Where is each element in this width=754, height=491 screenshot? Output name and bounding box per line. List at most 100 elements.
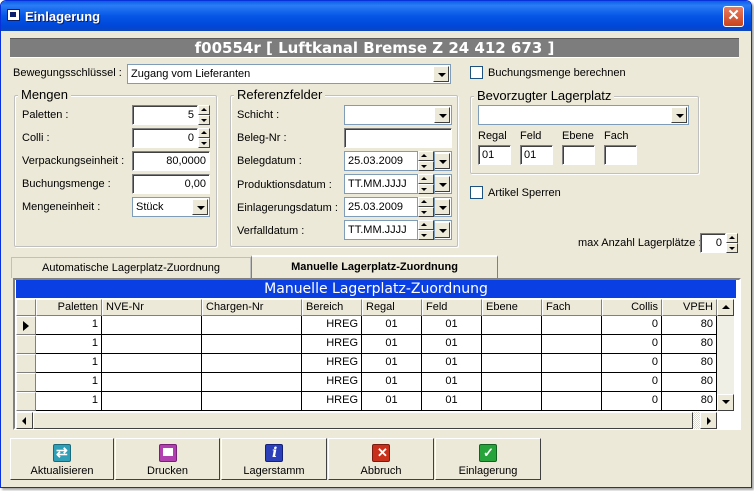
cell-collis[interactable]: 0 bbox=[602, 354, 662, 373]
cell-ebene[interactable] bbox=[482, 354, 542, 373]
cell-collis[interactable]: 0 bbox=[602, 335, 662, 354]
close-button[interactable]: ✕ bbox=[723, 6, 744, 27]
spin-up-icon[interactable] bbox=[198, 105, 210, 115]
scroll-thumb[interactable] bbox=[33, 412, 693, 429]
cell-chargen-nr[interactable] bbox=[202, 373, 302, 392]
row-selector[interactable] bbox=[16, 335, 36, 354]
scroll-down-icon[interactable] bbox=[717, 394, 734, 411]
schicht-select[interactable] bbox=[344, 105, 452, 125]
column-header-regal[interactable]: Regal bbox=[362, 299, 422, 316]
cell-bereich[interactable]: HREG bbox=[302, 335, 362, 354]
abbruch-button[interactable]: ✕ Abbruch bbox=[328, 438, 434, 480]
scroll-right-icon[interactable] bbox=[700, 412, 717, 429]
belegdatum-stepper[interactable] bbox=[418, 151, 434, 171]
column-header-nve-nr[interactable]: NVE-Nr bbox=[102, 299, 202, 316]
cell-ebene[interactable] bbox=[482, 392, 542, 411]
scroll-left-icon[interactable] bbox=[16, 412, 33, 429]
column-header-feld[interactable]: Feld bbox=[422, 299, 482, 316]
fach-input[interactable] bbox=[604, 145, 637, 165]
verpackungseinheit-input[interactable]: 80,0000 bbox=[132, 151, 210, 171]
chevron-down-icon[interactable] bbox=[435, 153, 450, 169]
lagerstamm-button[interactable]: i Lagerstamm bbox=[221, 438, 327, 480]
chevron-down-icon[interactable] bbox=[435, 199, 450, 215]
chevron-down-icon[interactable] bbox=[192, 199, 208, 215]
cell-paletten[interactable]: 1 bbox=[36, 335, 102, 354]
belegdatum-input[interactable]: 25.03.2009 bbox=[344, 151, 418, 171]
spin-up-icon[interactable] bbox=[198, 128, 210, 138]
cell-nve-nr[interactable] bbox=[102, 354, 202, 373]
column-header-chargen-nr[interactable]: Chargen-Nr bbox=[202, 299, 302, 316]
row-selector[interactable] bbox=[16, 373, 36, 392]
einlagerungsdatum-input[interactable]: 25.03.2009 bbox=[344, 197, 418, 217]
tab-automatische-zuordnung[interactable]: Automatische Lagerplatz-Zuordnung bbox=[11, 257, 251, 278]
cell-nve-nr[interactable] bbox=[102, 335, 202, 354]
cell-bereich[interactable]: HREG bbox=[302, 354, 362, 373]
artikel-sperren-checkbox[interactable] bbox=[470, 186, 483, 199]
cell-nve-nr[interactable] bbox=[102, 316, 202, 335]
cell-feld[interactable]: 01 bbox=[422, 335, 482, 354]
cell-feld[interactable]: 01 bbox=[422, 354, 482, 373]
cell-regal[interactable]: 01 bbox=[362, 354, 422, 373]
cell-ebene[interactable] bbox=[482, 335, 542, 354]
verfalldatum-dropdown[interactable] bbox=[434, 220, 452, 240]
paletten-stepper[interactable] bbox=[198, 105, 210, 125]
tab-manuelle-zuordnung[interactable]: Manuelle Lagerplatz-Zuordnung bbox=[251, 255, 498, 278]
cell-nve-nr[interactable] bbox=[102, 373, 202, 392]
cell-vpeh[interactable]: 80 bbox=[662, 316, 717, 335]
cell-paletten[interactable]: 1 bbox=[36, 354, 102, 373]
cell-feld[interactable]: 01 bbox=[422, 373, 482, 392]
column-header-ebene[interactable]: Ebene bbox=[482, 299, 542, 316]
cell-bereich[interactable]: HREG bbox=[302, 316, 362, 335]
verfalldatum-stepper[interactable] bbox=[418, 220, 434, 240]
cell-regal[interactable]: 01 bbox=[362, 316, 422, 335]
belegdatum-dropdown[interactable] bbox=[434, 151, 452, 171]
chevron-down-icon[interactable] bbox=[433, 66, 449, 82]
buchungsmenge-input[interactable]: 0,00 bbox=[132, 174, 210, 194]
spin-up-icon[interactable] bbox=[418, 151, 434, 161]
chevron-down-icon[interactable] bbox=[435, 176, 450, 192]
cell-chargen-nr[interactable] bbox=[202, 335, 302, 354]
spin-down-icon[interactable] bbox=[198, 115, 210, 125]
cell-ebene[interactable] bbox=[482, 373, 542, 392]
cell-paletten[interactable]: 1 bbox=[36, 392, 102, 411]
cell-vpeh[interactable]: 80 bbox=[662, 373, 717, 392]
ebene-input[interactable] bbox=[562, 145, 595, 165]
row-selector[interactable] bbox=[16, 354, 36, 373]
produktionsdatum-stepper[interactable] bbox=[418, 174, 434, 194]
cell-paletten[interactable]: 1 bbox=[36, 316, 102, 335]
bewegung-select[interactable]: Zugang vom Lieferanten bbox=[127, 64, 451, 84]
cell-fach[interactable] bbox=[542, 335, 602, 354]
cell-chargen-nr[interactable] bbox=[202, 316, 302, 335]
cell-regal[interactable]: 01 bbox=[362, 392, 422, 411]
mengeneinheit-select[interactable]: Stück bbox=[132, 197, 210, 217]
cell-vpeh[interactable]: 80 bbox=[662, 335, 717, 354]
feld-input[interactable]: 01 bbox=[520, 145, 553, 165]
einlagerungsdatum-dropdown[interactable] bbox=[434, 197, 452, 217]
buchungsmenge-berechnen-checkbox[interactable] bbox=[470, 66, 483, 79]
spin-up-icon[interactable] bbox=[418, 220, 434, 230]
paletten-input[interactable]: 5 bbox=[132, 105, 198, 125]
column-header-fach[interactable]: Fach bbox=[542, 299, 602, 316]
column-header-bereich[interactable]: Bereich bbox=[302, 299, 362, 316]
spin-down-icon[interactable] bbox=[418, 207, 434, 217]
einlagerung-button[interactable]: ✓ Einlagerung bbox=[435, 438, 541, 480]
produktionsdatum-dropdown[interactable] bbox=[434, 174, 452, 194]
cell-vpeh[interactable]: 80 bbox=[662, 354, 717, 373]
spin-up-icon[interactable] bbox=[418, 174, 434, 184]
cell-ebene[interactable] bbox=[482, 316, 542, 335]
spin-up-icon[interactable] bbox=[418, 197, 434, 207]
verfalldatum-input[interactable]: TT.MM.JJJJ bbox=[344, 220, 418, 240]
cell-regal[interactable]: 01 bbox=[362, 335, 422, 354]
cell-vpeh[interactable]: 80 bbox=[662, 392, 717, 411]
cell-feld[interactable]: 01 bbox=[422, 316, 482, 335]
cell-feld[interactable]: 01 bbox=[422, 392, 482, 411]
column-header-collis[interactable]: Collis bbox=[602, 299, 662, 316]
chevron-down-icon[interactable] bbox=[671, 107, 687, 123]
cell-bereich[interactable]: HREG bbox=[302, 373, 362, 392]
cell-fach[interactable] bbox=[542, 392, 602, 411]
colli-input[interactable]: 0 bbox=[132, 128, 198, 148]
max-anzahl-stepper[interactable] bbox=[726, 233, 738, 253]
beleg-nr-input[interactable] bbox=[344, 128, 452, 148]
cell-fach[interactable] bbox=[542, 354, 602, 373]
einlagerungsdatum-stepper[interactable] bbox=[418, 197, 434, 217]
